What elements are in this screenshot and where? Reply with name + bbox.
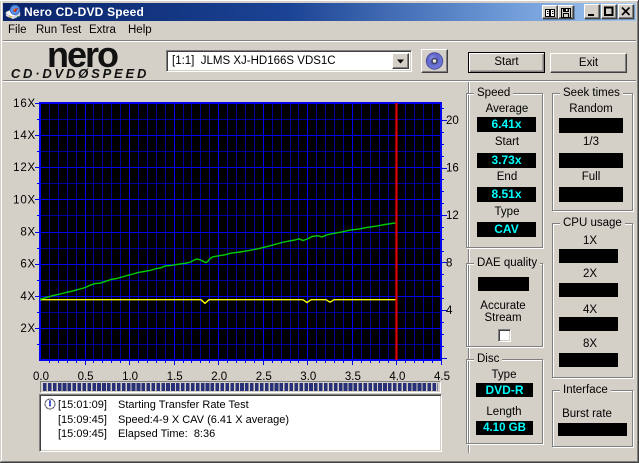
svg-text:12X: 12X xyxy=(13,162,36,174)
svg-text:20: 20 xyxy=(446,115,459,127)
svg-text:14X: 14X xyxy=(13,130,36,142)
svg-text:16X: 16X xyxy=(13,98,36,110)
svg-text:8X: 8X xyxy=(20,227,36,239)
svg-text:8: 8 xyxy=(446,258,452,270)
svg-text:2X: 2X xyxy=(20,323,36,335)
svg-text:6X: 6X xyxy=(20,259,36,271)
svg-text:10X: 10X xyxy=(13,194,36,206)
svg-text:4X: 4X xyxy=(20,291,36,303)
